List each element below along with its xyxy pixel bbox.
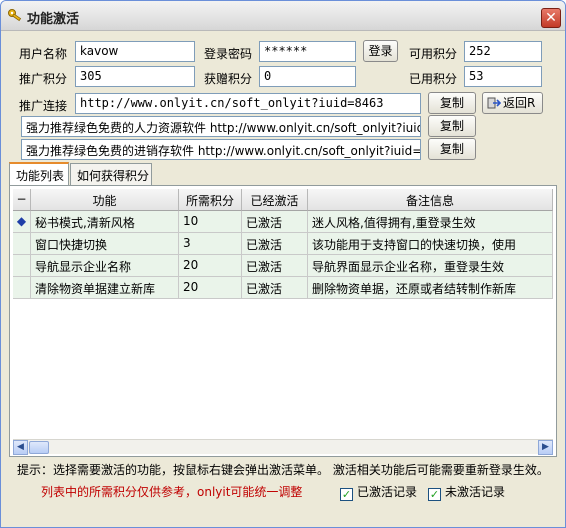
scroll-right-icon[interactable]: ▶ <box>538 440 553 455</box>
tab-how-to-get-points[interactable]: 如何获得积分 <box>70 163 152 185</box>
checkmark-icon: ✓ <box>428 488 441 501</box>
not-activated-records-checkbox[interactable]: ✓ 未激活记录 <box>428 483 505 501</box>
table-row[interactable]: 窗口快捷切换 3 已激活 该功能用于支持窗口的快速切换，使用 <box>13 233 553 255</box>
row-points: 20 <box>179 277 242 299</box>
password-label: 登录密码 <box>204 47 253 61</box>
recommend-hr-field[interactable]: 强力推荐绿色免费的人力资源软件 http://www.onlyit.cn/sof… <box>21 116 421 137</box>
username-label: 用户名称 <box>19 47 68 61</box>
row-feature: 清除物资单据建立新库 <box>31 277 179 299</box>
username-field[interactable]: kavow <box>75 41 195 62</box>
window-title: 功能激活 <box>27 12 80 27</box>
copy-promo-link-button[interactable]: 复制 <box>428 92 476 114</box>
table-row[interactable]: 导航显示企业名称 20 已激活 导航界面显示企业名称，重登录生效 <box>13 255 553 277</box>
row-status: 已激活 <box>242 255 308 277</box>
recommend-inventory-field[interactable]: 强力推荐绿色免费的进销存软件 http://www.onlyit.cn/soft… <box>21 139 421 160</box>
tab-feature-list[interactable]: 功能列表 <box>9 162 69 185</box>
copy-recommend-hr-button[interactable]: 复制 <box>428 115 476 137</box>
available-points-label: 可用积分 <box>409 47 458 61</box>
row-note: 该功能用于支持窗口的快速切换，使用 <box>308 233 553 255</box>
promo-link-label: 推广连接 <box>19 99 68 113</box>
promo-points-label: 推广积分 <box>19 72 68 86</box>
checkmark-icon: ✓ <box>340 488 353 501</box>
row-status: 已激活 <box>242 211 308 233</box>
used-points-label: 已用积分 <box>409 72 458 86</box>
promo-link-field[interactable]: http://www.onlyit.cn/soft_onlyit?iuid=84… <box>75 93 421 114</box>
available-points-field: 252 <box>464 41 542 62</box>
horizontal-scrollbar[interactable]: ◀ ▶ <box>13 439 553 455</box>
promo-points-field: 305 <box>75 66 195 87</box>
return-button[interactable]: 返回R <box>482 92 543 114</box>
copy-recommend-inventory-button[interactable]: 复制 <box>428 138 476 160</box>
row-note: 迷人风格,值得拥有,重登录生效 <box>308 211 553 233</box>
scroll-thumb[interactable] <box>29 441 49 454</box>
header-points[interactable]: 所需积分 <box>179 189 242 211</box>
key-icon <box>8 9 22 22</box>
used-points-field: 53 <box>464 66 542 87</box>
points-disclaimer: 列表中的所需积分仅供参考，onlyit可能统一调整 <box>41 485 303 499</box>
gift-points-field: 0 <box>259 66 356 87</box>
row-feature: 导航显示企业名称 <box>31 255 179 277</box>
row-selected-marker <box>13 255 31 277</box>
hint-text: 提示：选择需要激活的功能，按鼠标右键会弹出激活菜单。 激活相关功能后可能需要重新… <box>17 463 549 477</box>
exit-icon <box>487 96 502 110</box>
title-bar: 功能激活 ✕ <box>1 1 565 31</box>
header-activated[interactable]: 已经激活 <box>242 189 308 211</box>
row-selected-marker <box>13 277 31 299</box>
row-points: 3 <box>179 233 242 255</box>
login-button[interactable]: 登录 <box>363 40 398 62</box>
collapse-header[interactable]: − <box>13 189 31 211</box>
row-feature: 窗口快捷切换 <box>31 233 179 255</box>
activated-records-label: 已激活记录 <box>357 485 418 499</box>
row-points: 10 <box>179 211 242 233</box>
row-status: 已激活 <box>242 277 308 299</box>
row-status: 已激活 <box>242 233 308 255</box>
feature-list-panel: − 功能 所需积分 已经激活 备注信息 ◆ 秘书模式,清新风格 10 已激活 迷… <box>9 185 557 457</box>
scroll-left-icon[interactable]: ◀ <box>13 440 28 455</box>
header-feature[interactable]: 功能 <box>31 189 179 211</box>
close-button[interactable]: ✕ <box>541 8 561 28</box>
activated-records-checkbox[interactable]: ✓ 已激活记录 <box>340 483 417 501</box>
password-field[interactable]: ****** <box>259 41 356 62</box>
activation-window: 功能激活 ✕ 用户名称 kavow 登录密码 ****** 登录 可用积分 25… <box>0 0 566 528</box>
row-feature: 秘书模式,清新风格 <box>31 211 179 233</box>
table-row[interactable]: ◆ 秘书模式,清新风格 10 已激活 迷人风格,值得拥有,重登录生效 <box>13 211 553 233</box>
row-note: 删除物资单据，还原或者结转制作新库 <box>308 277 553 299</box>
row-selected-marker: ◆ <box>13 211 31 233</box>
not-activated-records-label: 未激活记录 <box>445 485 506 499</box>
row-note: 导航界面显示企业名称，重登录生效 <box>308 255 553 277</box>
table-row[interactable]: 清除物资单据建立新库 20 已激活 删除物资单据，还原或者结转制作新库 <box>13 277 553 299</box>
table-header-row: − 功能 所需积分 已经激活 备注信息 <box>13 189 553 211</box>
row-points: 20 <box>179 255 242 277</box>
gift-points-label: 获赠积分 <box>204 72 253 86</box>
header-note[interactable]: 备注信息 <box>308 189 553 211</box>
row-selected-marker <box>13 233 31 255</box>
return-button-label: 返回R <box>503 96 536 110</box>
